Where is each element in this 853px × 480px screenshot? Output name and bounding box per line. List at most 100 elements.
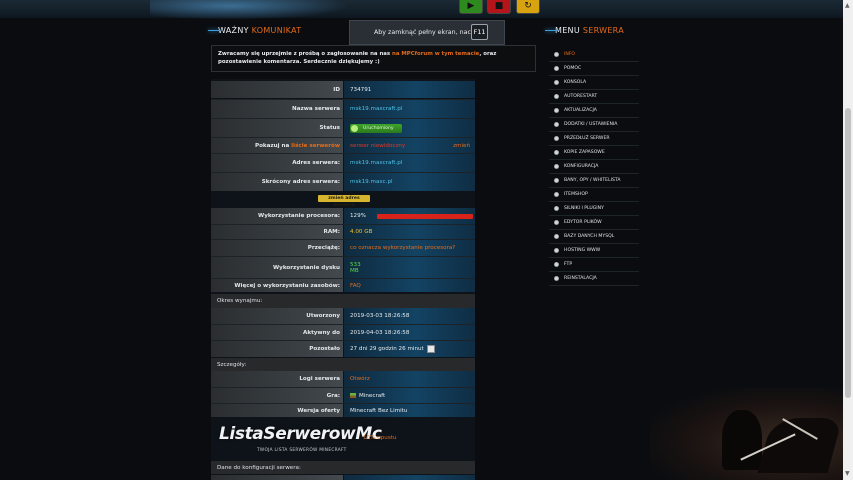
grass-block-icon xyxy=(350,393,356,398)
logs-open-link[interactable]: Otwórz xyxy=(344,371,475,387)
lightning-icon xyxy=(545,30,557,31)
cpu-cell: 129% xyxy=(344,208,475,224)
menu-item-label: BANY, OPY / WHITELISTA xyxy=(564,178,621,183)
calendar-icon[interactable] xyxy=(426,345,435,353)
time-left-cell: 27 dni 29 godzin 26 minut xyxy=(344,341,475,357)
fullscreen-notice: Aby zamknąć pełny ekran, naciśnij F11 xyxy=(349,20,505,45)
row-more-resources: Więcej o wykorzystaniu zasobów: FAQ xyxy=(211,279,475,292)
menu-item[interactable]: INFO xyxy=(549,48,639,62)
menu-item[interactable]: KOPIE ZAPASOWE xyxy=(549,146,639,160)
bullet-icon xyxy=(554,80,559,85)
menu-heading-main: MENU xyxy=(555,26,580,35)
short-address-label: Skrócony adres serwera: xyxy=(211,173,343,191)
faq-link[interactable]: FAQ xyxy=(344,279,475,292)
bullet-icon xyxy=(554,136,559,141)
menu-item-label: DODATKI / USTAWIENIA xyxy=(564,122,618,127)
id-label: ID xyxy=(211,81,343,98)
top-banner xyxy=(0,0,853,18)
menu-item[interactable]: ITEMSHOP xyxy=(549,188,639,202)
row-cpu: Wykorzystanie procesora: 129% xyxy=(211,208,475,224)
ad-tagline: TWOJA LISTA SERWERÓW MINECRAFT xyxy=(257,448,347,453)
menu-item-label: BAZY DANYCH MYSQL xyxy=(564,234,615,239)
menu-item[interactable]: FTP xyxy=(549,258,639,272)
fullscreen-key: F11 xyxy=(471,24,488,40)
restart-server-button[interactable]: ↻ xyxy=(516,0,540,14)
change-address-button[interactable]: zmień adres serwera xyxy=(318,195,370,208)
bullet-icon xyxy=(554,150,559,155)
server-menu: INFO POMOC KONSOLA AUTORESTART AKTUALIZACJA D… xyxy=(549,48,639,286)
stop-server-button[interactable]: ■ xyxy=(487,0,511,14)
menu-item-label: AKTUALIZACJA xyxy=(564,108,597,113)
bullet-icon xyxy=(554,66,559,71)
menu-item[interactable]: REINSTALACJA xyxy=(549,272,639,286)
menu-item-label: KONFIGURACJA xyxy=(564,164,599,169)
row-id: ID 734791 xyxy=(211,81,475,98)
ad-logo: ListaSerwerowMc xyxy=(219,424,382,444)
status-badge: Uruchomiony xyxy=(350,123,402,133)
created-value: 2019-03-03 18:26:58 xyxy=(344,308,475,324)
server-list-ad[interactable]: ListaSerwerowMc TWOJA LISTA SERWERÓW MIN… xyxy=(211,417,475,459)
menu-item[interactable]: AKTUALIZACJA xyxy=(549,104,639,118)
scroll-down-icon[interactable]: ▼ xyxy=(845,470,850,477)
menu-item-label: AUTORESTART xyxy=(564,94,598,99)
fullscreen-notice-text: Aby zamknąć pełny ekran, naciśnij xyxy=(374,29,484,36)
more-resources-label: Więcej o wykorzystaniu zasobów: xyxy=(211,279,343,292)
ram-label: RAM: xyxy=(211,225,343,239)
menu-item[interactable]: AUTORESTART xyxy=(549,90,639,104)
start-server-button[interactable]: ▶ xyxy=(459,0,483,14)
row-offer: Wersja oferty Minecraft Bez Limitu xyxy=(211,404,475,418)
short-address-value: msk19.maxc.pl xyxy=(344,173,475,191)
overload-link[interactable]: co oznacza wykorzystanie procesora? xyxy=(344,240,475,256)
menu-item-label: REINSTALACJA xyxy=(564,276,597,281)
status-indicator-icon xyxy=(351,124,358,132)
menu-item-label: ITEMSHOP xyxy=(564,192,588,197)
menu-item[interactable]: KONFIGURACJA xyxy=(549,160,639,174)
row-active-until: Aktywny do 2019-04-03 18:26:58 xyxy=(211,325,475,340)
row-address: Adres serwera: msk19.maxcraft.pl xyxy=(211,154,475,172)
menu-item[interactable]: BANY, OPY / WHITELISTA xyxy=(549,174,639,188)
menu-item-label: PRZEDŁUŻ SERWER xyxy=(564,136,610,141)
decorative-artwork xyxy=(650,388,843,480)
stop-icon: ■ xyxy=(494,1,504,11)
config-label-partial xyxy=(211,475,343,480)
rental-section-label: Okres wynajmu: xyxy=(211,294,475,308)
notice-forum-link[interactable]: na MPCforum w tym temacie xyxy=(392,51,479,57)
bullet-icon xyxy=(554,164,559,169)
scroll-up-icon[interactable]: ▲ xyxy=(845,2,850,9)
bullet-icon xyxy=(554,178,559,183)
row-config-partial xyxy=(211,475,475,480)
address-value: msk19.maxcraft.pl xyxy=(344,154,475,172)
bullet-icon xyxy=(554,234,559,239)
notice-text-1: Zwracamy się uprzejmie z prośbą o zagłos… xyxy=(218,51,391,57)
menu-item[interactable]: HOSTING WWW xyxy=(549,244,639,258)
menu-item-label: FTP xyxy=(564,262,573,267)
important-notice: Zwracamy się uprzejmie z prośbą o zagłos… xyxy=(211,45,536,72)
notice-heading: WAŻNY KOMUNIKAT xyxy=(218,26,301,35)
time-left-value: 27 dni 29 godzin 26 minut xyxy=(350,346,424,352)
game-value: Minecraft xyxy=(359,392,386,399)
scrollbar-thumb[interactable] xyxy=(845,108,851,398)
cpu-label: Wykorzystanie procesora: xyxy=(211,208,343,224)
row-logs: Logi serwera Otwórz xyxy=(211,371,475,387)
menu-item[interactable]: PRZEDŁUŻ SERWER xyxy=(549,132,639,146)
game-label: Gra: xyxy=(211,388,343,403)
row-status: Status Uruchomiony xyxy=(211,119,475,137)
notice-heading-main: WAŻNY xyxy=(218,26,249,35)
logs-label: Logi serwera xyxy=(211,371,343,387)
offer-label: Wersja oferty xyxy=(211,404,343,418)
cpu-value: 129% xyxy=(350,213,366,219)
status-text: Uruchomiony xyxy=(363,125,394,131)
menu-item[interactable]: EDYTOR PLIKÓW xyxy=(549,216,639,230)
active-until-label: Aktywny do xyxy=(211,325,343,340)
menu-item[interactable]: KONSOLA xyxy=(549,76,639,90)
disk-label: Wykorzystanie dysku xyxy=(211,257,343,278)
visibility-change-link[interactable]: zmień xyxy=(453,143,470,149)
menu-item[interactable]: POMOC xyxy=(549,62,639,76)
server-list-link[interactable]: liście serwerów xyxy=(291,143,340,149)
menu-heading-accent: SERWERA xyxy=(582,26,624,35)
menu-item[interactable]: BAZY DANYCH MYSQL xyxy=(549,230,639,244)
offer-value: Minecraft Bez Limitu xyxy=(344,404,475,418)
menu-item[interactable]: DODATKI / USTAWIENIA xyxy=(549,118,639,132)
menu-heading: MENU SERWERA xyxy=(555,26,624,35)
menu-item[interactable]: SILNIKI I PLUGINY xyxy=(549,202,639,216)
